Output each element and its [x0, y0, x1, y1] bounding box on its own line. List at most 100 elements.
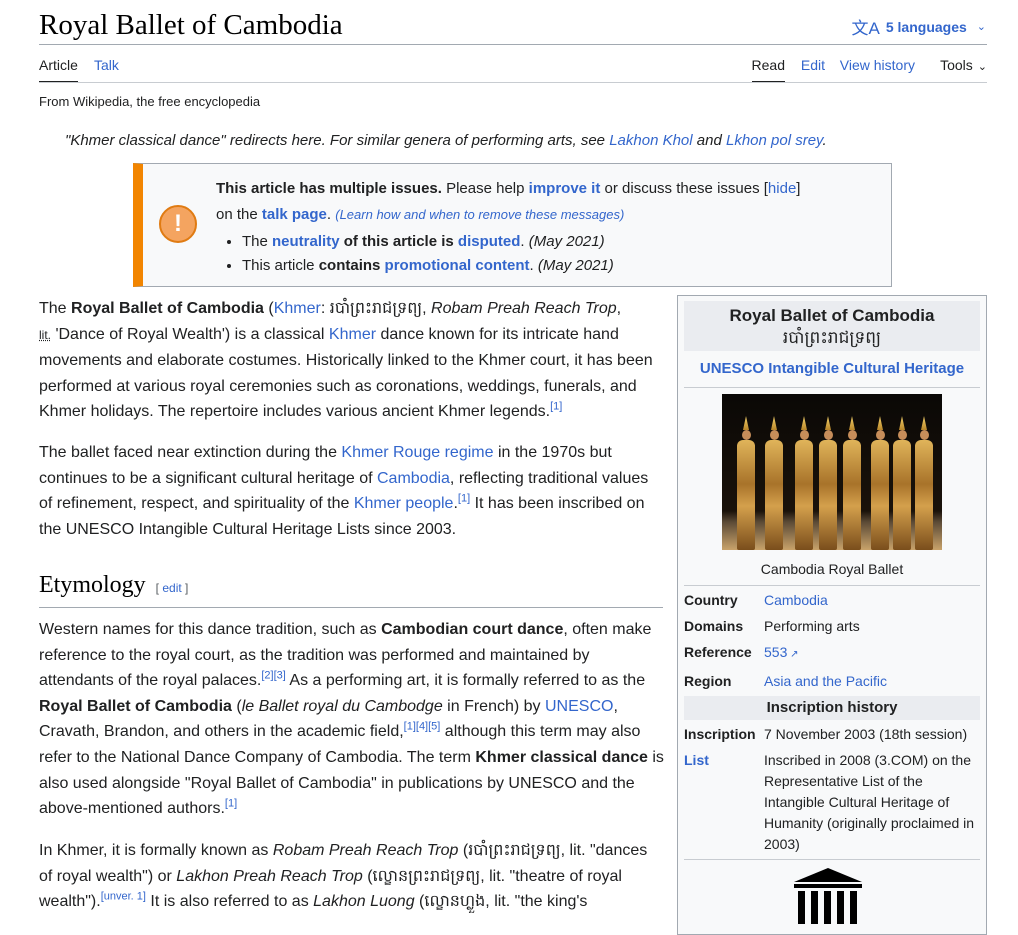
inscription-history-header: Inscription history [684, 696, 980, 720]
issue-text: This article [242, 257, 319, 274]
text: Western names for this dance tradition, … [39, 621, 382, 638]
text: As a performing art, it is formally refe… [285, 672, 646, 690]
italic-term: Lakhon Luong [313, 893, 415, 911]
disputed-link[interactable]: disputed [458, 233, 521, 250]
infobox-row-country: Country Cambodia [684, 586, 980, 612]
image-caption: Cambodia Royal Ballet [684, 555, 980, 586]
section-edit: [ edit ] [156, 581, 189, 595]
dancer-figure [764, 416, 784, 550]
reference-link[interactable]: [1][4][5] [404, 721, 441, 733]
romanization: Robam Preah Reach Trop [431, 300, 617, 317]
infobox-row-list: List Inscribed in 2008 (3.COM) on the Re… [684, 746, 980, 860]
tab-read[interactable]: Read [751, 56, 785, 83]
tab-tools[interactable]: Tools ⌄ [940, 56, 987, 76]
dancer-figure [736, 416, 756, 550]
dancers-image[interactable] [722, 394, 942, 550]
translate-icon: 文A [851, 19, 880, 38]
list-link[interactable]: List [684, 752, 709, 768]
text: In Khmer, it is formally known as [39, 842, 273, 859]
link-unesco[interactable]: UNESCO [545, 698, 613, 715]
row-label: Domains [684, 618, 744, 634]
unesco-logo-icon [788, 864, 868, 931]
infobox-row-reference: Reference 553 ↗ [684, 638, 980, 667]
languages-label: 5 languages [885, 18, 967, 35]
unesco-ich-link[interactable]: UNESCO Intangible Cultural Heritage [700, 360, 964, 377]
hatnote-text: . [822, 132, 827, 149]
etymology-paragraph-2: In Khmer, it is formally known as Robam … [39, 838, 664, 915]
row-value: Performing arts [764, 618, 860, 634]
row-label: Country [684, 592, 738, 608]
link-cambodia[interactable]: Cambodia [377, 470, 450, 487]
learn-more-link[interactable]: (Learn how and when to remove these mess… [335, 207, 624, 222]
italic-term: Robam Preah Reach Trop [272, 842, 459, 859]
issues-text: . [326, 206, 336, 223]
hide-bracket: ] [796, 180, 801, 197]
language-selector[interactable]: 文A 5 languages ⌄ [852, 14, 986, 39]
infobox: Royal Ballet of Cambodia របាំព្រះរាជទ្រព… [677, 295, 987, 935]
link-khmer-language[interactable]: Khmer [274, 300, 321, 317]
edit-section-link[interactable]: edit [162, 581, 181, 595]
bold-title: Royal Ballet of Cambodia [71, 300, 264, 317]
infobox-row-domains: Domains Performing arts [684, 612, 980, 638]
text: ( [231, 697, 242, 715]
link-lakhon-khol[interactable]: Lakhon Khol [609, 132, 692, 149]
etymology-paragraph-1: Western names for this dance tradition, … [39, 617, 664, 822]
talk-page-link[interactable]: talk page [262, 206, 327, 223]
hatnote-text: and [692, 132, 726, 149]
row-label: Region [684, 673, 732, 689]
link-khmer-people[interactable]: Khmer people [354, 495, 454, 512]
tab-view-history[interactable]: View history [840, 56, 915, 74]
country-link[interactable]: Cambodia [764, 592, 828, 608]
title-divider [39, 44, 987, 45]
issue-date: (May 2021) [528, 233, 605, 250]
bold-term: Royal Ballet of Cambodia [39, 697, 232, 715]
infobox-subtitle: UNESCO Intangible Cultural Heritage [684, 351, 980, 388]
chevron-down-icon: ⌄ [977, 61, 987, 73]
site-subtitle: From Wikipedia, the free encyclopedia [39, 94, 261, 109]
section-title: Etymology [39, 572, 146, 598]
infobox-title: Royal Ballet of Cambodia [729, 306, 935, 325]
neutrality-link[interactable]: neutrality [272, 233, 340, 250]
dancer-figure [818, 416, 838, 550]
dancer-figure [892, 416, 912, 550]
warning-icon: ! [159, 205, 197, 243]
improve-it-link[interactable]: improve it [529, 180, 601, 197]
bold-term: Khmer classical dance [475, 748, 648, 766]
tools-label: Tools [940, 57, 973, 73]
promotional-content-link[interactable]: promotional content [385, 257, 530, 274]
lit-abbr: lit. [39, 327, 51, 342]
text: It is also referred to as [145, 893, 314, 911]
text: 'Dance of Royal Wealth') is a classical [51, 325, 329, 343]
bold-term: Cambodian court dance [381, 621, 564, 638]
hide-button[interactable]: hide [768, 180, 796, 197]
reference-number-link[interactable]: 553 [764, 644, 787, 660]
link-khmer[interactable]: Khmer [329, 326, 376, 343]
text: : របាំព្រះរាជទ្រព្យ, [320, 300, 432, 317]
infobox-row-region: Region Asia and the Pacific [684, 667, 980, 693]
issues-list: The neutrality of this article is disput… [216, 230, 856, 278]
link-khmer-rouge-regime[interactable]: Khmer Rouge regime [341, 444, 493, 461]
tab-talk[interactable]: Talk [94, 56, 119, 74]
text: The [39, 300, 72, 317]
link-lkhon-pol-srey[interactable]: Lkhon pol srey [726, 132, 822, 149]
infobox-header: Royal Ballet of Cambodia របាំព្រះរាជទ្រព… [684, 301, 980, 351]
infobox-image-wrap [684, 388, 980, 555]
reference-link[interactable]: [unver. 1] [101, 891, 146, 903]
reference-link[interactable]: [2][3] [261, 670, 285, 682]
reference-link[interactable]: [1] [458, 493, 470, 505]
reference-link[interactable]: [1] [550, 401, 562, 413]
reference-link[interactable]: [1] [225, 798, 237, 810]
region-link[interactable]: Asia and the Pacific [764, 673, 887, 689]
etymology-heading: Etymology [ edit ] [39, 572, 663, 608]
page-tabs: Article Talk Read Edit View history Tool… [39, 50, 987, 83]
hatnote-text: "Khmer classical dance" redirects here. … [65, 132, 610, 149]
infobox-row-inscription: Inscription 7 November 2003 (18th sessio… [684, 720, 980, 746]
issues-text: on the [216, 206, 262, 223]
tabs-divider [39, 82, 987, 83]
list-item: This article contains promotional conten… [242, 254, 856, 278]
page-title: Royal Ballet of Cambodia [39, 9, 343, 41]
text: , [616, 300, 622, 317]
tab-edit[interactable]: Edit [801, 56, 825, 74]
tab-article[interactable]: Article [39, 56, 78, 83]
row-label: Inscription [684, 726, 756, 742]
